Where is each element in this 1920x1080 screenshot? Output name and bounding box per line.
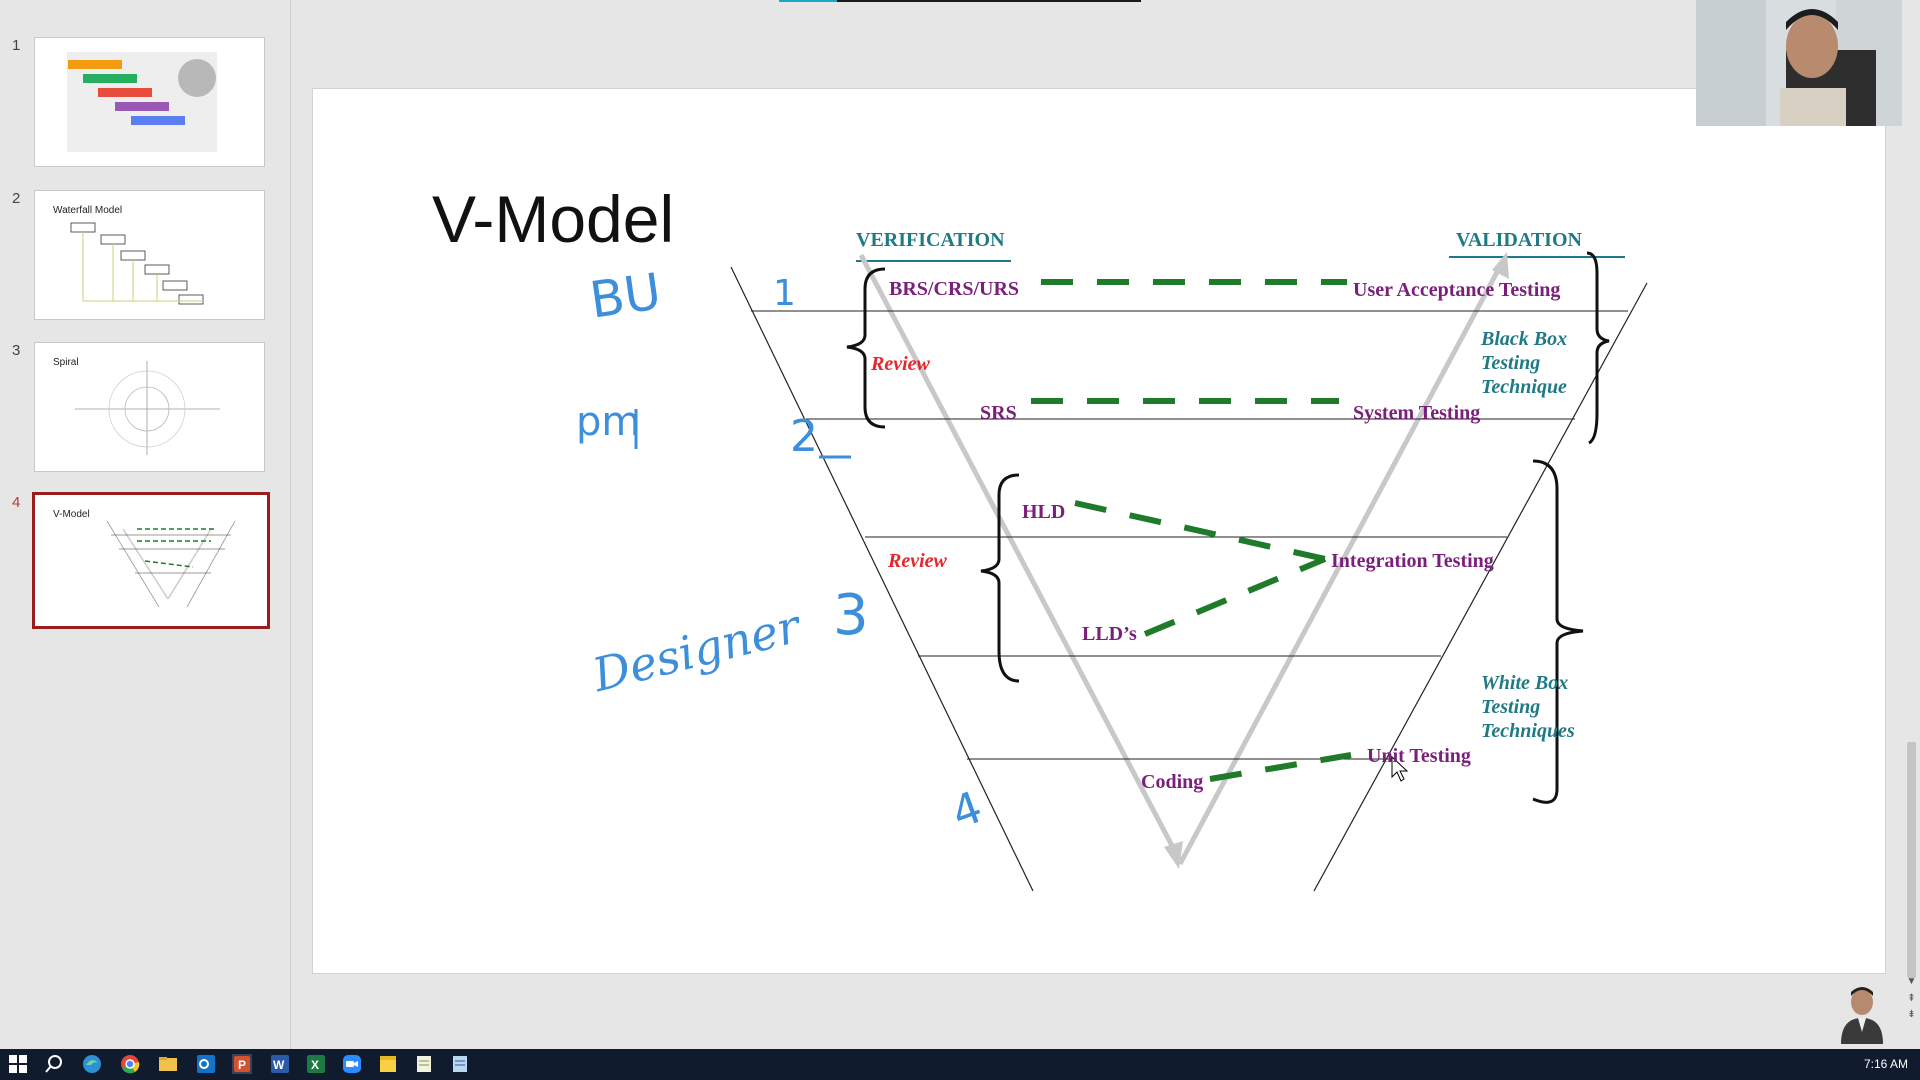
slide-preview	[34, 37, 265, 167]
handwritten-pm: pm	[576, 399, 641, 445]
slide-thumbnail-2[interactable]: 2 Waterfall Model	[0, 190, 290, 330]
slide-number: 2	[12, 190, 21, 207]
svg-text:P: P	[238, 1058, 246, 1072]
validation-header: VALIDATION	[1456, 229, 1582, 251]
handwritten-level-2: 2	[790, 411, 818, 462]
svg-text:W: W	[273, 1058, 285, 1072]
review-label-lower: Review	[888, 550, 947, 572]
v-model-diagram-preview	[106, 520, 236, 608]
slide-scrollbar[interactable]: ▼ ⇞ ⇟	[1903, 0, 1920, 1049]
verification-header: VERIFICATION	[856, 229, 1005, 251]
slide-canvas: V-Model VERIFICATION VALIDATION BRS/CRS/…	[312, 88, 1886, 974]
progress-fill	[779, 0, 837, 2]
powerpoint-icon[interactable]: P	[232, 1054, 252, 1074]
scrollbar-thumb[interactable]	[1907, 742, 1916, 978]
slide-preview: Spiral	[34, 342, 265, 472]
search-icon[interactable]	[44, 1054, 64, 1074]
slide-number: 4	[12, 494, 21, 511]
handwritten-level-3: 3	[833, 583, 869, 648]
spiral-diagram-preview	[75, 361, 220, 455]
review-label-upper: Review	[871, 353, 930, 375]
file-explorer-icon[interactable]	[158, 1054, 178, 1074]
edge-icon[interactable]	[82, 1054, 102, 1074]
chrome-icon[interactable]	[120, 1054, 140, 1074]
svg-text:X: X	[311, 1058, 319, 1072]
phase-brs: BRS/CRS/URS	[889, 278, 1020, 300]
presenter-webcam-video	[1696, 0, 1902, 126]
slide-preview: Waterfall Model	[34, 190, 265, 320]
slide-preview: V-Model	[32, 492, 270, 629]
powerpoint-window: 1 2 Waterfall Model 3 Spiral 4 V-Model V…	[0, 0, 1920, 1080]
phase-lld: LLD’s	[1082, 623, 1137, 645]
slide-thumbnail-3[interactable]: 3 Spiral	[0, 342, 290, 482]
phase-system-testing: System Testing	[1353, 402, 1481, 424]
v-model-diagram	[730, 251, 1648, 892]
slide-number: 3	[12, 342, 21, 359]
black-box-testing-note: Black Box Testing Technique	[1481, 328, 1568, 398]
notepad-icon[interactable]	[414, 1054, 434, 1074]
windows-taskbar: P W X 7:16 AM	[0, 1049, 1920, 1080]
phase-unit-testing: Unit Testing	[1367, 745, 1471, 767]
presentation-progress-bar	[779, 0, 1141, 2]
system-clock[interactable]: 7:16 AM	[1864, 1057, 1908, 1071]
handwritten-bu: BU	[586, 262, 665, 330]
windows-start-icon[interactable]	[8, 1054, 28, 1074]
slide-thumbnail-4[interactable]: 4 V-Model	[0, 492, 290, 634]
sticky-notes-icon[interactable]	[378, 1054, 398, 1074]
phase-user-acceptance-testing: User Acceptance Testing	[1353, 279, 1561, 301]
next-slide-icon[interactable]: ⇟	[1904, 1008, 1919, 1022]
phase-coding: Coding	[1141, 771, 1204, 793]
word-icon[interactable]: W	[270, 1054, 290, 1074]
handwritten-level-1: 1	[773, 273, 796, 314]
presenter-photo	[1837, 982, 1887, 1044]
sdlc-infographic-preview	[67, 52, 217, 152]
slide-thumbnails-pane: 1 2 Waterfall Model 3 Spiral 4 V-Model	[0, 0, 291, 1049]
slide-thumbnail-1[interactable]: 1	[0, 37, 290, 177]
white-box-testing-note: White Box Testing Techniques	[1481, 672, 1575, 742]
slide-number: 1	[12, 37, 21, 54]
excel-icon[interactable]: X	[306, 1054, 326, 1074]
outlook-icon[interactable]	[196, 1054, 216, 1074]
phase-integration-testing: Integration Testing	[1331, 550, 1494, 572]
presenter-video-frame	[1696, 0, 1902, 126]
notepad-plus-icon[interactable]	[450, 1054, 470, 1074]
previous-slide-icon[interactable]: ⇞	[1904, 992, 1919, 1006]
scroll-down-arrow-icon[interactable]: ▼	[1904, 975, 1919, 989]
phase-srs: SRS	[980, 402, 1017, 424]
waterfall-diagram-preview	[70, 222, 204, 305]
zoom-icon[interactable]	[342, 1054, 362, 1074]
phase-hld: HLD	[1022, 501, 1066, 523]
